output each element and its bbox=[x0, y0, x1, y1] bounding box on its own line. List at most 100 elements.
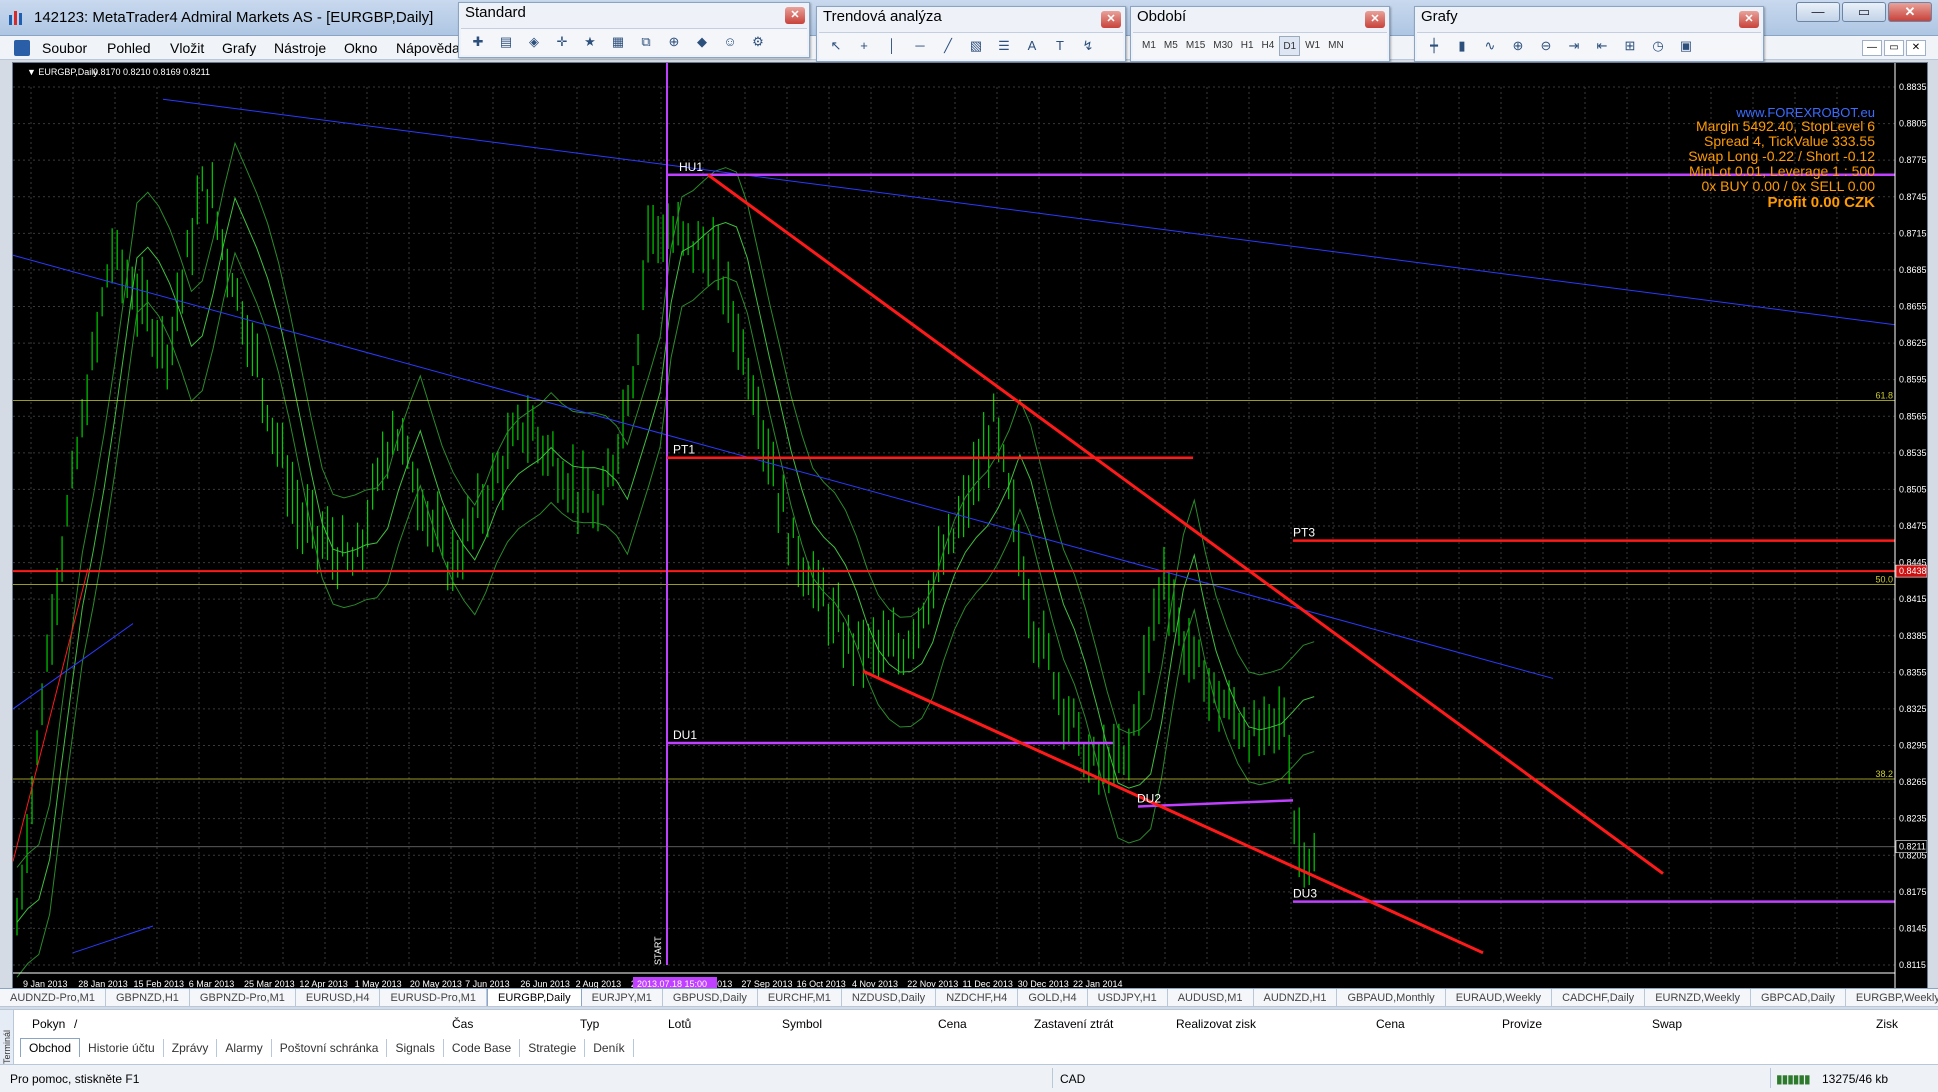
terminal-column-header[interactable]: Cena bbox=[1376, 1017, 1405, 1031]
price-chart[interactable]: 61.8 50.0 38.2 HU1 PT1 PT3 DU1 DU2 DU3 0.8835 0.8… bbox=[13, 63, 1927, 995]
templates-icon[interactable]: ▣ bbox=[1675, 35, 1697, 57]
text-icon[interactable]: A bbox=[1021, 35, 1043, 57]
terminal-column-header[interactable]: Cena bbox=[938, 1017, 967, 1031]
chart-tab[interactable]: AUDUSD,M1 bbox=[1168, 989, 1254, 1006]
cursor-icon[interactable]: ↖ bbox=[825, 35, 847, 57]
chart-tab[interactable]: EURGBP,Weekly bbox=[1846, 989, 1938, 1006]
equidistant-channel-icon[interactable]: ▧ bbox=[965, 35, 987, 57]
chart-tab[interactable]: EURCHF,M1 bbox=[758, 989, 842, 1006]
terminal-column-header[interactable]: Pokyn bbox=[32, 1017, 65, 1031]
new-chart-icon[interactable]: ✚ bbox=[467, 31, 489, 53]
text-label-icon[interactable]: T bbox=[1049, 35, 1071, 57]
chart-tab[interactable]: AUDNZD,H1 bbox=[1254, 989, 1338, 1006]
menu-okno[interactable]: Okno bbox=[344, 40, 377, 56]
period-w1[interactable]: W1 bbox=[1302, 36, 1323, 56]
chart-tab[interactable]: GBPAUD,Monthly bbox=[1337, 989, 1446, 1006]
terminal-subtab[interactable]: Code Base bbox=[444, 1039, 521, 1057]
candlestick-icon[interactable]: ▮ bbox=[1451, 35, 1473, 57]
close-icon[interactable]: ✕ bbox=[1101, 11, 1121, 28]
crosshair-icon[interactable]: + bbox=[853, 35, 875, 57]
indicators-icon[interactable]: ⊞ bbox=[1619, 35, 1641, 57]
tester-icon[interactable]: ⧉ bbox=[635, 31, 657, 53]
profiles-icon[interactable]: ▤ bbox=[495, 31, 517, 53]
terminal-column-header[interactable]: Zastavení ztrát bbox=[1034, 1017, 1113, 1031]
close-icon[interactable]: ✕ bbox=[1365, 11, 1385, 28]
vertical-line-icon[interactable]: │ bbox=[881, 35, 903, 57]
close-icon[interactable]: ✕ bbox=[785, 7, 805, 24]
terminal-column-header[interactable]: Zisk bbox=[1876, 1017, 1898, 1031]
horizontal-line-icon[interactable]: ─ bbox=[909, 35, 931, 57]
chart-window-icon[interactable] bbox=[14, 40, 30, 56]
period-m1[interactable]: M1 bbox=[1139, 36, 1159, 56]
zoom-out-icon[interactable]: ⊖ bbox=[1535, 35, 1557, 57]
terminal-subtab[interactable]: Zprávy bbox=[164, 1039, 218, 1057]
chart-tab[interactable]: GBPNZD,H1 bbox=[106, 989, 190, 1006]
terminal-subtab[interactable]: Strategie bbox=[520, 1039, 586, 1057]
mdi-minimize-button[interactable]: — bbox=[1862, 40, 1882, 56]
chart-tab[interactable]: NZDCHF,H4 bbox=[936, 989, 1019, 1006]
data-window-icon[interactable]: ✛ bbox=[551, 31, 573, 53]
navigator-icon[interactable]: ★ bbox=[579, 31, 601, 53]
minimize-button[interactable]: — bbox=[1796, 2, 1840, 22]
chart-tab[interactable]: AUDNZD-Pro,M1 bbox=[0, 989, 106, 1006]
menu-napoveda[interactable]: Nápověda bbox=[396, 40, 460, 56]
market-watch-icon[interactable]: ◈ bbox=[523, 31, 545, 53]
chart-shift-icon[interactable]: ⇤ bbox=[1591, 35, 1613, 57]
terminal-column-header[interactable]: Swap bbox=[1652, 1017, 1682, 1031]
new-order-icon[interactable]: ⊕ bbox=[663, 31, 685, 53]
period-mn[interactable]: MN bbox=[1325, 36, 1347, 56]
menu-vlozit[interactable]: Vložit bbox=[170, 40, 204, 56]
period-d1[interactable]: D1 bbox=[1279, 36, 1301, 56]
chart-window[interactable]: 61.8 50.0 38.2 HU1 PT1 PT3 DU1 DU2 DU3 0.8835 0.8… bbox=[12, 62, 1928, 996]
menu-soubor[interactable]: Soubor bbox=[42, 40, 87, 56]
trendline-icon[interactable]: ╱ bbox=[937, 35, 959, 57]
terminal-subtab[interactable]: Historie účtu bbox=[80, 1039, 164, 1057]
arrows-icon[interactable]: ↯ bbox=[1077, 35, 1099, 57]
zoom-in-icon[interactable]: ⊕ bbox=[1507, 35, 1529, 57]
terminal-subtab[interactable]: Deník bbox=[585, 1039, 634, 1057]
fibonacci-icon[interactable]: ☰ bbox=[993, 35, 1015, 57]
terminal-column-header[interactable]: Provize bbox=[1502, 1017, 1542, 1031]
metaeditor-icon[interactable]: ◆ bbox=[691, 31, 713, 53]
auto-scroll-icon[interactable]: ⇥ bbox=[1563, 35, 1585, 57]
period-m5[interactable]: M5 bbox=[1161, 36, 1181, 56]
terminal-column-header[interactable]: Čas bbox=[452, 1017, 473, 1031]
terminal-subtab[interactable]: Alarmy bbox=[217, 1039, 272, 1057]
mdi-restore-button[interactable]: ▭ bbox=[1884, 40, 1904, 56]
menu-grafy[interactable]: Grafy bbox=[222, 40, 256, 56]
close-button[interactable]: ✕ bbox=[1888, 2, 1932, 22]
chart-tab[interactable]: EURNZD,Weekly bbox=[1645, 989, 1751, 1006]
menu-nastroje[interactable]: Nástroje bbox=[274, 40, 326, 56]
terminal-column-header[interactable]: Symbol bbox=[782, 1017, 822, 1031]
terminal-column-header[interactable]: Realizovat zisk bbox=[1176, 1017, 1256, 1031]
autotrading-icon[interactable]: ☺ bbox=[719, 31, 741, 53]
period-h1[interactable]: H1 bbox=[1238, 36, 1257, 56]
mdi-close-button[interactable]: ✕ bbox=[1906, 40, 1926, 56]
terminal-column-header[interactable]: / bbox=[74, 1017, 77, 1031]
chart-tab[interactable]: GBPCAD,Daily bbox=[1751, 989, 1846, 1006]
chart-tab[interactable]: CADCHF,Daily bbox=[1552, 989, 1646, 1006]
chart-tab[interactable]: EURGBP,Daily bbox=[487, 989, 582, 1006]
terminal-column-header[interactable]: Lotů bbox=[668, 1017, 691, 1031]
line-chart-icon[interactable]: ∿ bbox=[1479, 35, 1501, 57]
period-m15[interactable]: M15 bbox=[1183, 36, 1208, 56]
terminal-column-header[interactable]: Typ bbox=[580, 1017, 599, 1031]
options-icon[interactable]: ⚙ bbox=[747, 31, 769, 53]
close-icon[interactable]: ✕ bbox=[1739, 11, 1759, 28]
terminal-subtab[interactable]: Signals bbox=[387, 1039, 444, 1057]
chart-tab[interactable]: EURUSD,H4 bbox=[296, 989, 381, 1006]
chart-tab[interactable]: GBPNZD-Pro,M1 bbox=[190, 989, 296, 1006]
terminal-subtab[interactable]: Poštovní schránka bbox=[272, 1039, 388, 1057]
chart-tab[interactable]: NZDUSD,Daily bbox=[842, 989, 937, 1006]
period-h4[interactable]: H4 bbox=[1259, 36, 1278, 56]
terminal-subtab[interactable]: Obchod bbox=[20, 1038, 81, 1057]
terminal-icon[interactable]: ▦ bbox=[607, 31, 629, 53]
periods-icon[interactable]: ◷ bbox=[1647, 35, 1669, 57]
period-m30[interactable]: M30 bbox=[1210, 36, 1235, 56]
chart-tab[interactable]: EURAUD,Weekly bbox=[1446, 989, 1553, 1006]
chart-tab[interactable]: GOLD,H4 bbox=[1018, 989, 1088, 1006]
bar-chart-icon[interactable]: ┿ bbox=[1423, 35, 1445, 57]
menu-pohled[interactable]: Pohled bbox=[107, 40, 151, 56]
maximize-button[interactable]: ▭ bbox=[1842, 2, 1886, 22]
chart-tab[interactable]: USDJPY,H1 bbox=[1088, 989, 1168, 1006]
